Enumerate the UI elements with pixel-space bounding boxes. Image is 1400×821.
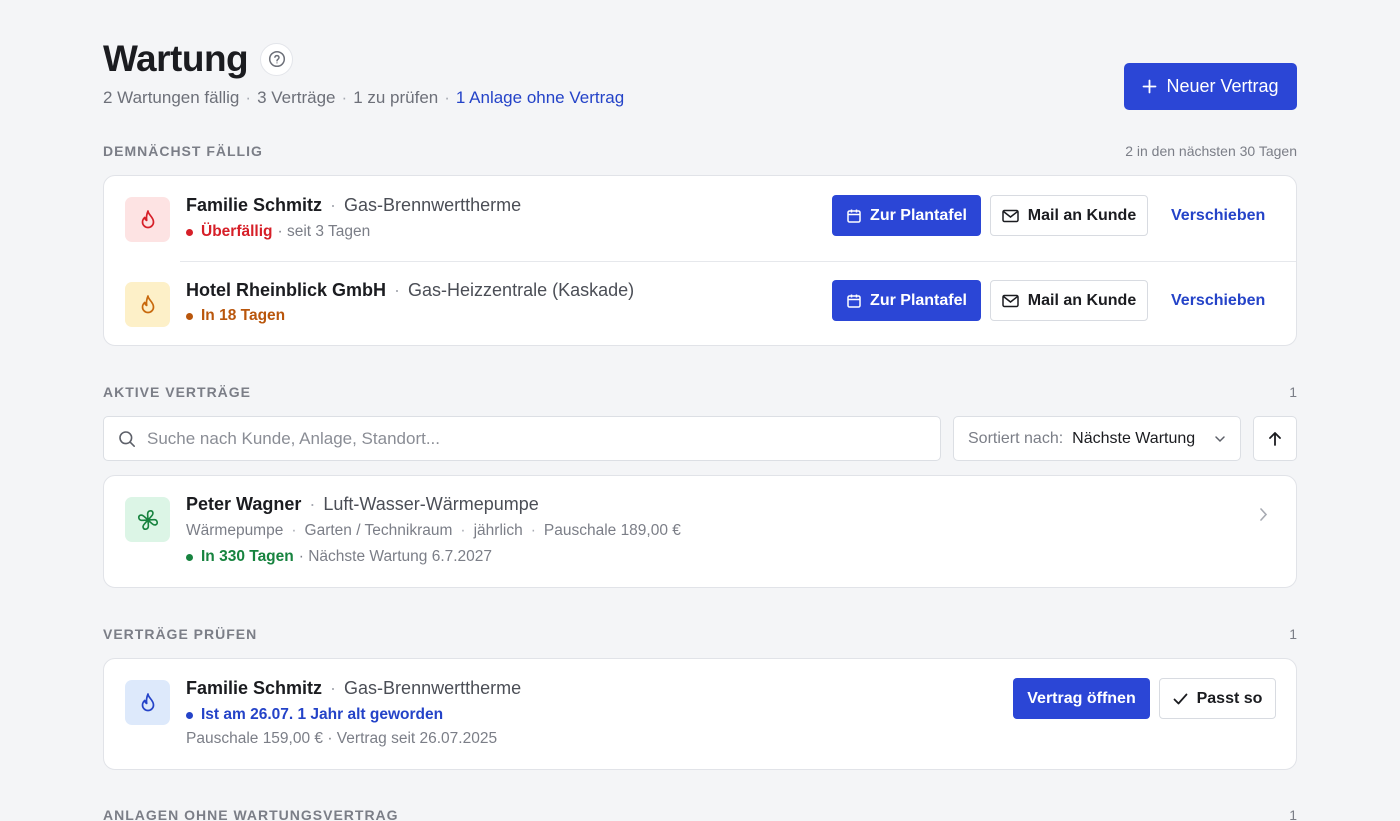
mail-icon	[1002, 209, 1019, 222]
contract-meta: Wärmepumpe · Garten / Technikraum · jährli…	[186, 522, 681, 539]
mail-customer-label: Mail an Kunde	[1027, 206, 1137, 224]
status-extra: · Nächste Wartung 6.7.2027	[298, 548, 493, 565]
status-dot	[186, 711, 193, 719]
flame-icon	[125, 197, 170, 242]
section-no-contract-label: ANLAGEN OHNE WARTUNGSVERTRAG	[103, 807, 399, 821]
summary-link-no-contract[interactable]: 1 Anlage ohne Vertrag	[456, 88, 624, 107]
looks-fine-label: Passt so	[1196, 689, 1263, 707]
search-box	[103, 416, 941, 461]
device-name: Gas-Brennwerttherme	[344, 195, 522, 215]
due-row: Familie Schmitz · Gas-Brennwerttherme Über…	[104, 176, 1296, 262]
meta-location: Garten / Technikraum	[304, 522, 453, 539]
device-name: Luft-Wasser-Wärmepumpe	[323, 494, 539, 514]
summary-contracts: 3 Verträge	[257, 88, 336, 107]
customer-name: Familie Schmitz	[186, 195, 323, 215]
new-contract-label: Neuer Vertrag	[1166, 76, 1279, 96]
customer-name: Peter Wagner	[186, 494, 302, 514]
mail-customer-label: Mail an Kunde	[1027, 291, 1137, 309]
status-badge: Ist am 26.07. 1 Jahr alt geworden	[201, 706, 444, 723]
review-title: Familie Schmitz · Gas-Brennwerttherme	[186, 678, 522, 698]
due-row-title: Familie Schmitz · Gas-Brennwerttherme	[186, 195, 522, 215]
check-icon	[1173, 693, 1187, 704]
sort-label: Sortiert nach:	[968, 429, 1064, 447]
chevron-down-icon	[1215, 435, 1225, 442]
mail-customer-button[interactable]: Mail an Kunde	[990, 280, 1148, 321]
due-row-status: In 18 Tagen	[186, 307, 285, 325]
plan-board-label: Zur Plantafel	[870, 291, 967, 309]
page-title: Wartung	[103, 38, 249, 79]
contract-card[interactable]: Peter Wagner · Luft-Wasser-Wärmepumpe Wärm…	[103, 475, 1297, 588]
search-icon	[119, 430, 135, 447]
section-due-meta: 2 in den nächsten 30 Tagen	[1125, 143, 1297, 159]
section-review-label: VERTRÄGE PRÜFEN	[103, 626, 258, 642]
plan-board-button[interactable]: Zur Plantafel	[832, 195, 981, 236]
review-detail: Pauschale 159,00 € · Vertrag seit 26.07.…	[186, 730, 498, 747]
new-contract-button[interactable]: Neuer Vertrag	[1124, 63, 1297, 110]
mail-customer-button[interactable]: Mail an Kunde	[990, 195, 1148, 236]
sort-value: Nächste Wartung	[1072, 429, 1196, 447]
status-badge: Überfällig	[201, 223, 273, 240]
mail-icon	[1002, 294, 1019, 307]
status-dot	[186, 228, 193, 236]
flame-icon	[125, 680, 170, 725]
summary-due: 2 Wartungen fällig	[103, 88, 240, 107]
due-card: Familie Schmitz · Gas-Brennwerttherme Über…	[103, 175, 1297, 346]
section-no-contract-count: 1	[1289, 807, 1297, 821]
device-name: Gas-Brennwerttherme	[344, 678, 522, 698]
calendar-icon	[847, 209, 861, 223]
postpone-button[interactable]: Verschieben	[1171, 280, 1265, 321]
meta-type: Wärmepumpe	[186, 522, 284, 539]
review-card: Familie Schmitz · Gas-Brennwerttherme Ist …	[103, 658, 1297, 770]
contract-title: Peter Wagner · Luft-Wasser-Wärmepumpe	[186, 494, 539, 514]
fan-icon	[125, 497, 170, 542]
status-badge: In 330 Tagen	[201, 548, 294, 565]
section-due-label: DEMNÄCHST FÄLLIG	[103, 143, 263, 159]
device-name: Gas-Heizzentrale (Kaskade)	[408, 280, 635, 300]
plan-board-button[interactable]: Zur Plantafel	[832, 280, 981, 321]
postpone-button[interactable]: Verschieben	[1171, 195, 1265, 236]
due-row: Hotel Rheinblick GmbH · Gas-Heizzentrale (…	[104, 262, 1296, 347]
meta-price: Pauschale 189,00 €	[543, 522, 681, 539]
summary-line: 2 Wartungen fällig · 3 Verträge · 1 zu prüfe…	[103, 88, 625, 107]
section-active-label: AKTIVE VERTRÄGE	[103, 384, 252, 400]
customer-name: Familie Schmitz	[186, 678, 323, 698]
sort-select[interactable]: Sortiert nach: Nächste Wartung	[953, 416, 1241, 461]
title-row: Wartung	[103, 38, 294, 80]
status-dot	[186, 312, 193, 320]
looks-fine-button[interactable]: Passt so	[1159, 678, 1276, 719]
plus-icon	[1143, 79, 1157, 94]
summary-review: 1 zu prüfen	[353, 88, 439, 107]
due-row-title: Hotel Rheinblick GmbH · Gas-Heizzentrale (…	[186, 280, 635, 300]
arrow-up-icon	[1269, 431, 1281, 446]
status-dot	[186, 553, 193, 561]
review-status: Ist am 26.07. 1 Jahr alt geworden	[186, 706, 443, 724]
status-extra: · seit 3 Tagen	[277, 223, 371, 240]
plan-board-label: Zur Plantafel	[870, 206, 967, 224]
customer-name: Hotel Rheinblick GmbH	[186, 280, 387, 300]
chevron-right-icon	[1260, 508, 1268, 521]
sort-direction-button[interactable]	[1253, 416, 1297, 461]
calendar-icon	[847, 294, 861, 308]
meta-interval: jährlich	[473, 522, 523, 539]
help-button[interactable]	[260, 42, 294, 76]
search-input[interactable]	[147, 428, 907, 449]
status-badge: In 18 Tagen	[201, 307, 286, 324]
section-active-count: 1	[1289, 384, 1297, 400]
help-icon	[268, 50, 285, 68]
flame-icon	[125, 282, 170, 327]
due-row-status: Überfällig · seit 3 Tagen	[186, 223, 370, 241]
section-review-count: 1	[1289, 626, 1297, 642]
open-contract-button[interactable]: Vertrag öffnen	[1013, 678, 1150, 719]
contract-status: In 330 Tagen · Nächste Wartung 6.7.2027	[186, 548, 492, 566]
